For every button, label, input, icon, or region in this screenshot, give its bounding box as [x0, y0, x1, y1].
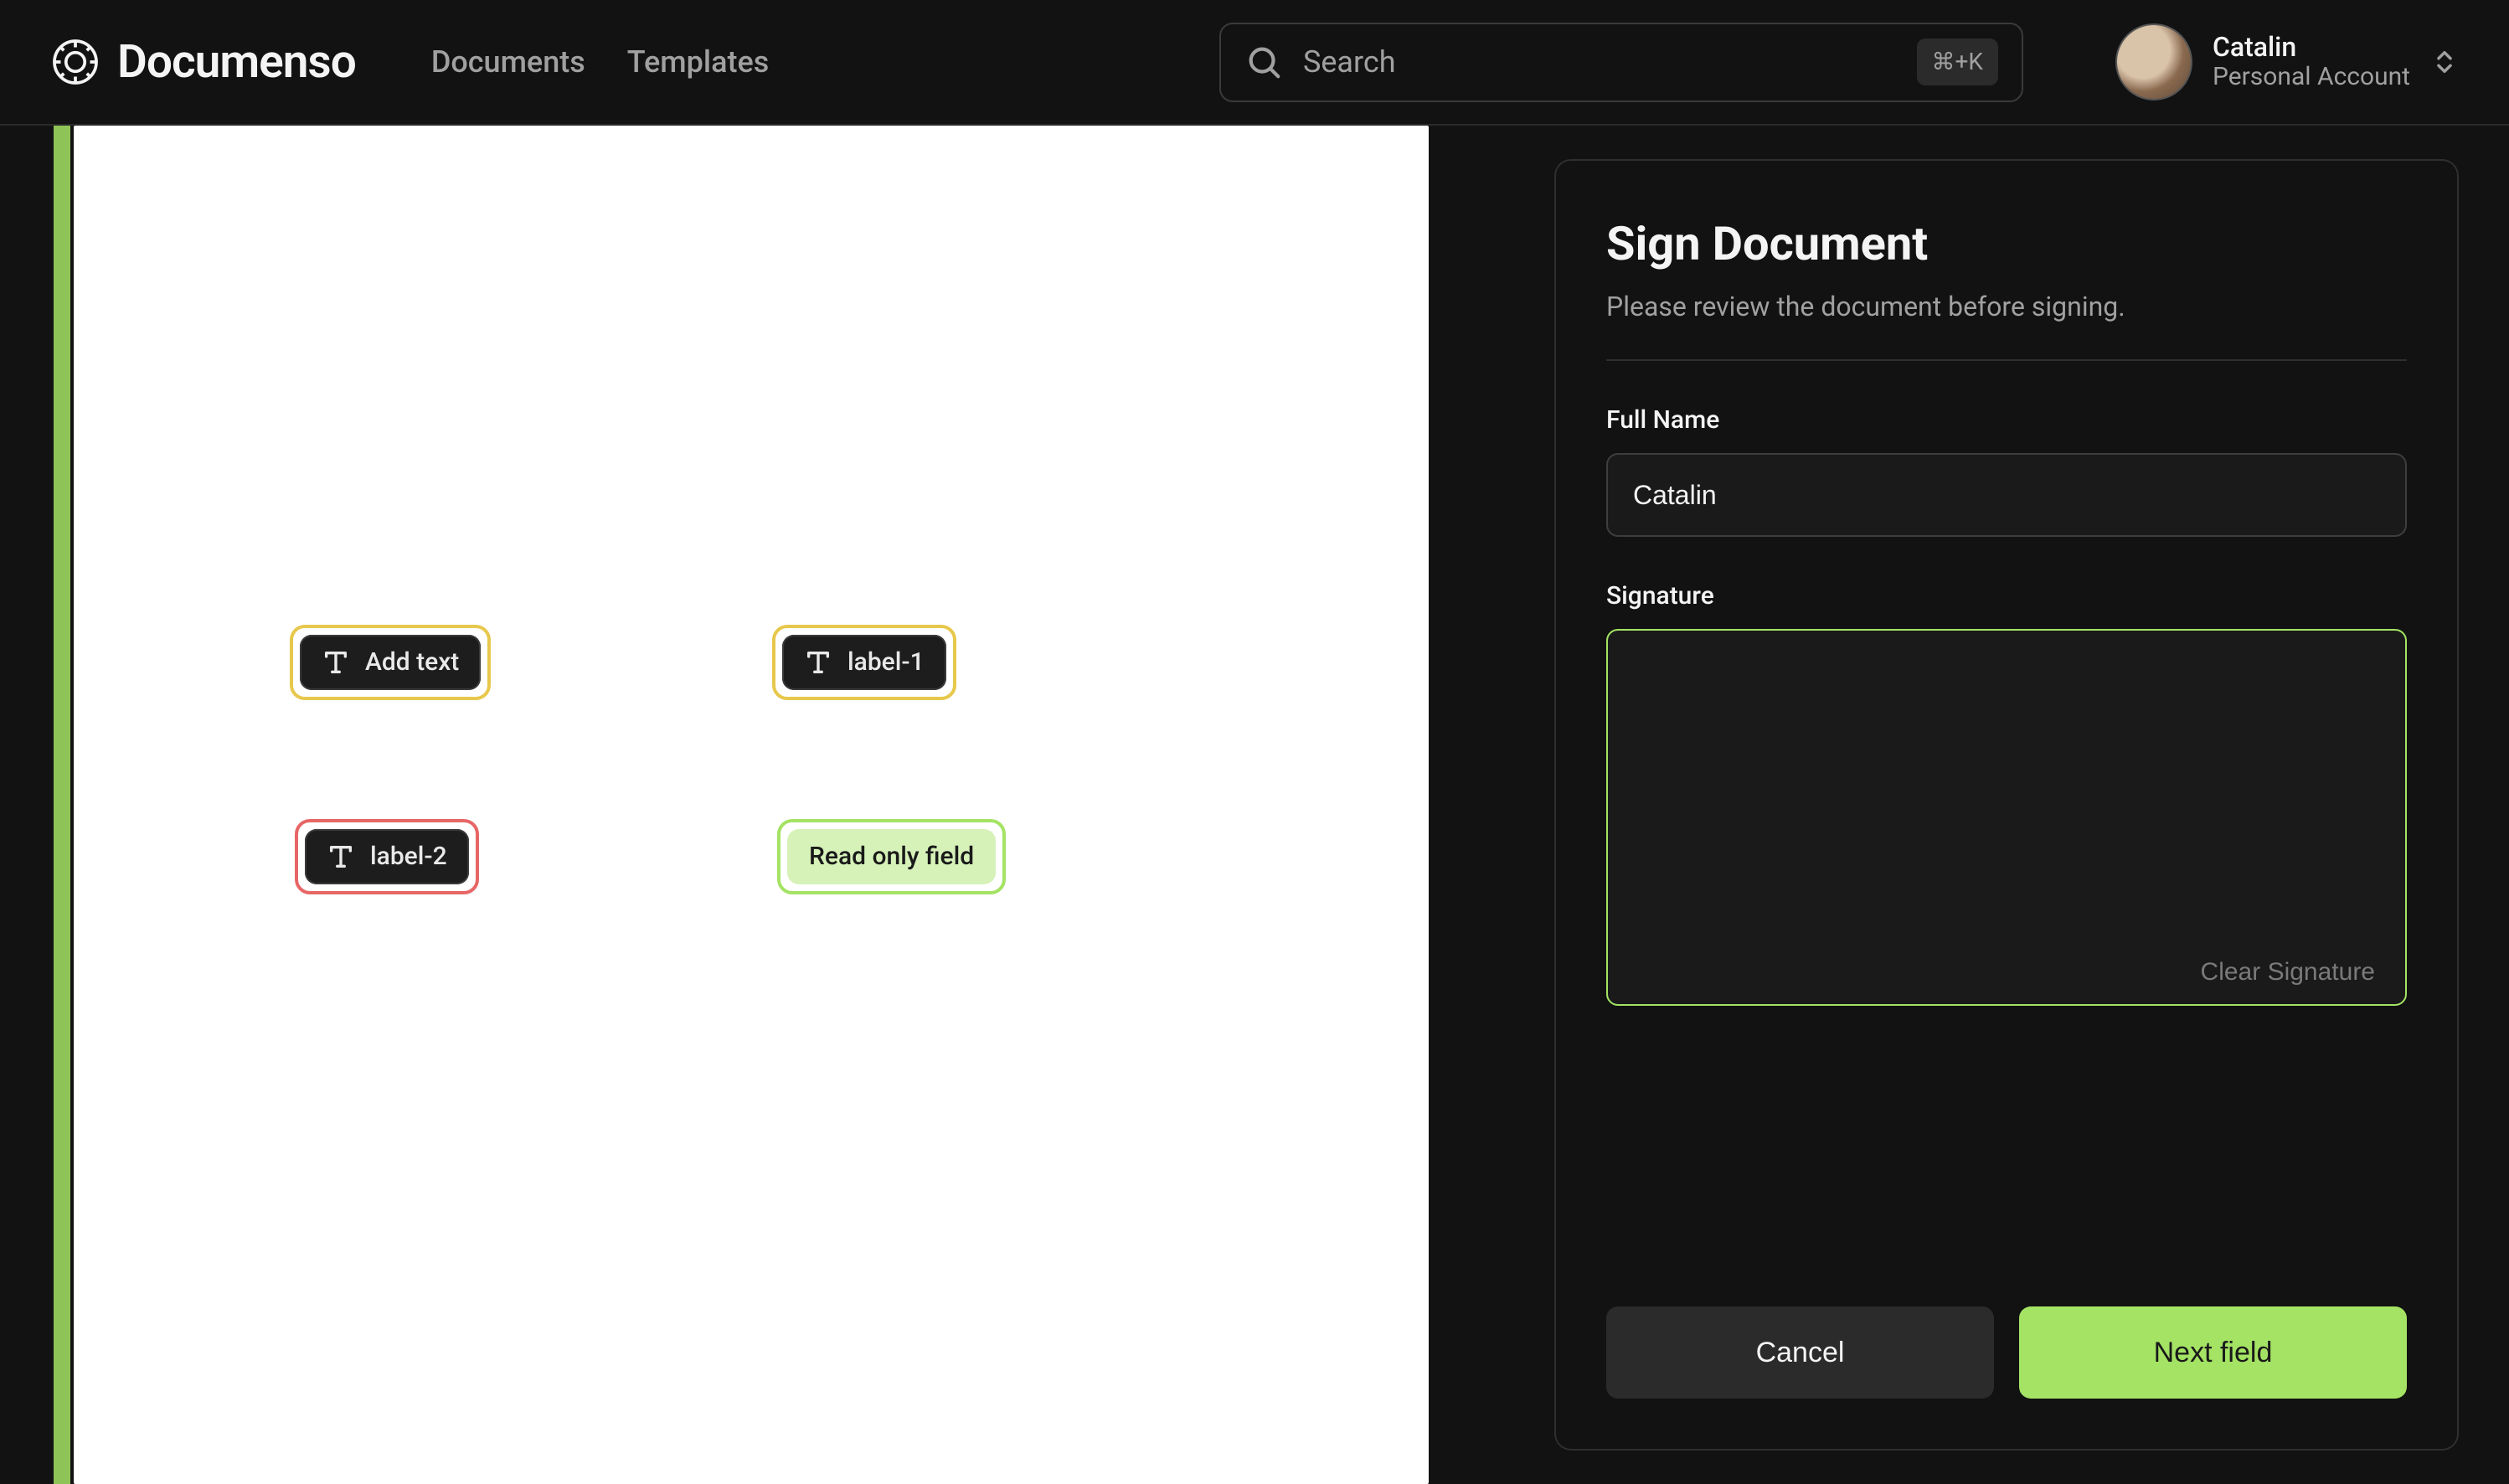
divider [1606, 359, 2407, 361]
avatar [2115, 23, 2192, 100]
search: Search ⌘+K [1219, 23, 2023, 102]
doc-field-label: label-1 [847, 645, 925, 680]
cancel-button[interactable]: Cancel [1606, 1306, 1994, 1399]
main: Add text label-1 label-2 Read only field Si… [0, 126, 2509, 1484]
account-text: Catalin Personal Account [2213, 32, 2410, 91]
nav-documents[interactable]: Documents [431, 41, 585, 83]
brand-logo-icon [50, 37, 100, 87]
search-box[interactable]: Search ⌘+K [1219, 23, 2023, 102]
account-menu[interactable]: Catalin Personal Account [2115, 23, 2459, 100]
doc-field-label: Add text [365, 645, 459, 680]
app-header: Documenso Documents Templates Search ⌘+K… [0, 0, 2509, 126]
panel-title: Sign Document [1606, 211, 2407, 276]
signature-pad[interactable]: Clear Signature [1606, 629, 2407, 1006]
text-icon [804, 648, 832, 677]
doc-field-label-1[interactable]: label-1 [782, 635, 946, 690]
main-nav: Documents Templates [431, 41, 769, 83]
doc-field-add-text[interactable]: Add text [300, 635, 481, 690]
scroll-accent[interactable] [54, 126, 70, 1484]
full-name-input[interactable] [1606, 453, 2407, 537]
doc-field-read-only[interactable]: Read only field [787, 829, 996, 884]
panel-actions: Cancel Next field [1606, 1306, 2407, 1399]
doc-field-label: Read only field [809, 839, 974, 874]
search-icon [1244, 43, 1283, 81]
text-icon [322, 648, 350, 677]
clear-signature-button[interactable]: Clear Signature [2196, 957, 2380, 987]
panel-subtitle: Please review the document before signin… [1606, 288, 2407, 326]
brand-name: Documenso [117, 30, 356, 95]
document-page[interactable]: Add text label-1 label-2 Read only field [74, 126, 1429, 1484]
sign-panel: Sign Document Please review the document… [1521, 126, 2509, 1484]
signature-label: Signature [1606, 579, 2407, 614]
document-area: Add text label-1 label-2 Read only field [0, 126, 1521, 1484]
account-name: Catalin [2213, 32, 2410, 63]
search-placeholder: Search [1303, 41, 1897, 83]
doc-field-label-2[interactable]: label-2 [305, 829, 469, 884]
doc-field-label: label-2 [370, 839, 447, 874]
account-subtitle: Personal Account [2213, 63, 2410, 92]
sign-panel-card: Sign Document Please review the document… [1554, 159, 2459, 1451]
nav-templates[interactable]: Templates [627, 41, 770, 83]
full-name-label: Full Name [1606, 403, 2407, 438]
brand[interactable]: Documenso [50, 30, 356, 95]
search-shortcut: ⌘+K [1917, 39, 1998, 85]
text-icon [327, 842, 355, 871]
next-field-button[interactable]: Next field [2019, 1306, 2407, 1399]
chevron-up-down-icon [2430, 48, 2459, 76]
